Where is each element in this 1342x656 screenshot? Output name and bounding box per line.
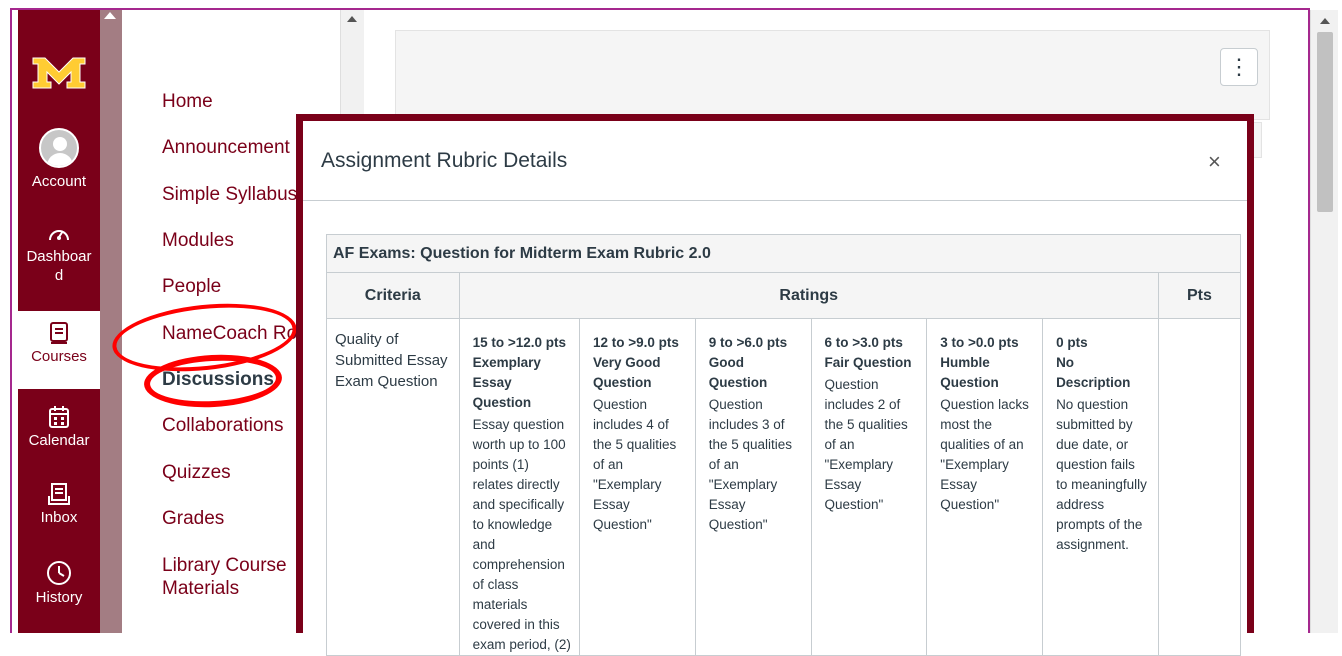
rating-description: Question includes 2 of the 5 qualities o… — [824, 377, 908, 512]
course-nav-quizzes[interactable]: Quizzes — [162, 461, 231, 484]
modal-header: Assignment Rubric Details × — [303, 121, 1247, 201]
global-navigation: Account Dashboar d Courses Calendar Inbo… — [18, 10, 100, 633]
scroll-up-icon[interactable] — [347, 16, 357, 22]
scroll-thumb[interactable] — [1317, 32, 1333, 212]
university-logo-icon[interactable] — [31, 50, 87, 90]
course-nav-home[interactable]: Home — [162, 90, 213, 113]
modal-title: Assignment Rubric Details — [321, 149, 568, 172]
global-nav-history[interactable]: History — [18, 560, 100, 607]
rubric-title: AF Exams: Question for Midterm Exam Rubr… — [326, 234, 1241, 273]
rating-points: 9 to >6.0 pts — [708, 335, 788, 350]
pts-header: Pts — [1157, 272, 1242, 319]
dashboard-speedometer-icon — [49, 230, 69, 241]
criteria-header: Criteria — [326, 272, 460, 319]
global-nav-label: Dashboar d — [26, 248, 92, 284]
rating-cell[interactable]: 6 to >3.0 pts Fair Question Question inc… — [810, 318, 928, 656]
courses-book-icon — [50, 322, 68, 344]
global-nav-dashboard[interactable]: Dashboar d — [18, 223, 100, 285]
rating-description: Question lacks most the qualities of an … — [940, 397, 1029, 512]
rating-points: 0 pts — [1056, 335, 1088, 350]
rubric-modal: Assignment Rubric Details × AF Exams: Qu… — [296, 114, 1254, 656]
rating-cell[interactable]: 9 to >6.0 pts Good Question Question inc… — [694, 318, 812, 656]
scroll-up-icon[interactable] — [104, 12, 116, 19]
global-nav-inbox[interactable]: Inbox — [18, 482, 100, 527]
history-clock-icon — [47, 561, 71, 585]
rating-points: 15 to >12.0 pts — [472, 335, 567, 350]
window-scrollbar[interactable] — [1310, 10, 1338, 633]
course-nav-grades[interactable]: Grades — [162, 507, 224, 530]
course-nav-collaborations[interactable]: Collaborations — [162, 414, 283, 437]
global-nav-courses[interactable]: Courses — [18, 311, 100, 389]
course-nav-people[interactable]: People — [162, 275, 221, 298]
points-cell — [1157, 318, 1242, 656]
global-nav-scrollbar[interactable] — [100, 10, 122, 633]
table-row: Quality of Submitted Essay Exam Question… — [326, 318, 1242, 656]
rating-cell[interactable]: 0 pts No Description No question submitt… — [1042, 318, 1159, 656]
rating-description: Essay question worth up to 100 points (1… — [472, 417, 571, 652]
rubric-table: AF Exams: Question for Midterm Exam Rubr… — [326, 234, 1242, 656]
global-nav-label: Calendar — [28, 432, 90, 449]
rating-cell[interactable]: 15 to >12.0 pts Exemplary Essay Question… — [458, 318, 580, 656]
global-nav-label: Account — [31, 173, 87, 190]
scroll-up-icon[interactable] — [1320, 18, 1330, 24]
content-header-panel — [395, 30, 1270, 120]
course-nav-simple-syllabus[interactable]: Simple Syllabus — [162, 183, 297, 206]
global-nav-label: History — [35, 589, 83, 606]
canvas-window: Account Dashboar d Courses Calendar Inbo… — [0, 0, 1342, 656]
rating-description: Question includes 3 of the 5 qualities o… — [708, 397, 793, 532]
course-nav-modules[interactable]: Modules — [162, 229, 234, 252]
course-nav-announcements[interactable]: Announcement — [162, 136, 290, 159]
rating-title: Exemplary Essay Question — [472, 355, 541, 410]
global-nav-label: Courses — [31, 348, 87, 365]
rating-description: No question submitted by due date, or qu… — [1056, 397, 1147, 552]
rating-description: Question includes 4 of the 5 qualities o… — [592, 397, 677, 532]
rating-title: Humble Question — [940, 355, 999, 390]
global-nav-label: Inbox — [40, 509, 78, 526]
rating-title: No Description — [1056, 355, 1131, 390]
criterion-description: Quality of Submitted Essay Exam Question — [326, 318, 460, 656]
rating-points: 3 to >0.0 pts — [940, 335, 1019, 350]
rating-points: 6 to >3.0 pts — [824, 335, 903, 350]
account-avatar-icon — [39, 128, 79, 168]
calendar-icon — [49, 406, 69, 428]
rating-cell[interactable]: 3 to >0.0 pts Humble Question Question l… — [926, 318, 1044, 656]
more-options-button[interactable]: ⋮ — [1220, 48, 1258, 86]
rating-points: 12 to >9.0 pts — [592, 335, 679, 350]
inbox-icon — [48, 483, 70, 505]
global-nav-calendar[interactable]: Calendar — [18, 405, 100, 450]
course-nav-library-course-materials[interactable]: Library Course Materials — [162, 554, 287, 600]
rating-title: Good Question — [708, 355, 768, 390]
rating-cell[interactable]: 12 to >9.0 pts Very Good Question Questi… — [578, 318, 696, 656]
rating-title: Very Good Question — [592, 355, 661, 390]
global-nav-account[interactable]: Account — [18, 128, 100, 191]
ratings-header: Ratings — [458, 272, 1159, 319]
close-icon[interactable]: × — [1208, 149, 1221, 175]
rating-title: Fair Question — [824, 355, 912, 370]
